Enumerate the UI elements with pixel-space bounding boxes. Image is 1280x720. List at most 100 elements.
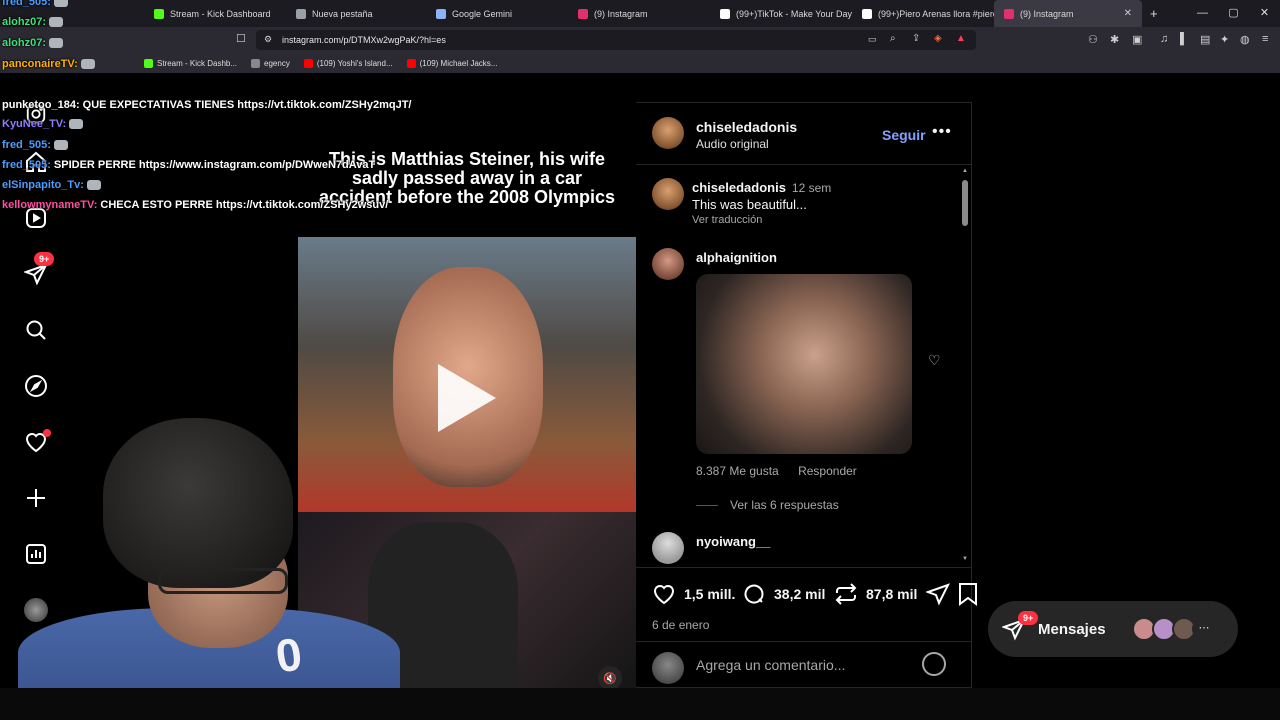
reader-icon[interactable]: ▣ [1132,33,1142,46]
tab-label: (99+)TikTok - Make Your Day [736,8,852,19]
bookmarks-bar: Stream - Kick Dashb... egency (109) Yoshi'… [0,53,1280,73]
puzzle-icon[interactable]: ✱ [1110,33,1119,46]
add-comment-input[interactable]: Agrega un comentario... [696,657,845,673]
video-caption-text: This is Matthias Steiner, his wife sadly… [318,149,616,207]
browser-tab[interactable]: (9) Instagram [568,0,710,27]
comments-list[interactable]: chiseledadonis 12 sem This was beautiful.… [636,166,971,566]
bookmark-item[interactable]: (109) Michael Jacks... [406,58,497,68]
emoji-icon[interactable] [922,652,946,676]
comment-button[interactable]: 38,2 mil [742,582,825,606]
notification-badge: 9+ [34,252,55,266]
rewards-icon[interactable]: ▲ [956,33,966,44]
tab-favicon-icon [154,8,164,19]
repost-button[interactable]: 87,8 mil [834,582,917,606]
play-icon[interactable] [438,364,496,432]
address-input[interactable]: ⚙ instagram.com/p/DTMXw2wgPaK/?hl=es ▭ ⌕… [256,30,976,50]
comment-username[interactable]: alphaignition [696,250,777,265]
bookmark-icon[interactable]: ☐ [236,32,246,45]
new-tab-button[interactable]: + [1142,6,1166,21]
browser-tab-bar: Stream - Kick Dashboard Nueva pestaña Goog… [0,0,1280,27]
bookmark-item[interactable]: Stream - Kick Dashb... [144,58,237,68]
bookmark-favicon-icon [144,58,153,68]
replies-divider [696,504,718,506]
comment-likes: 8.387 Me gusta [696,464,779,478]
comment-username[interactable]: nyoiwang__ [696,534,770,549]
wallet-icon[interactable]: ▤ [1200,33,1210,46]
share-button[interactable] [926,582,950,606]
browser-tab[interactable]: Nueva pestaña [286,0,426,27]
translate-link[interactable]: Ver traducción [692,214,762,226]
tab-favicon-icon [578,8,588,19]
share-icon[interactable]: ⇪ [912,33,920,44]
save-button[interactable] [958,582,978,606]
brave-shield-icon[interactable]: ◈ [934,33,942,44]
bookmark-item[interactable]: (109) Yoshi's Island... [303,58,393,68]
zoom-icon[interactable]: ⌕ [890,33,896,44]
message-avatars: ⋯ [1132,617,1216,641]
commenter-avatar[interactable] [652,248,684,280]
author-username[interactable]: chiseledadonis [696,119,797,135]
bookmark-favicon-icon [406,58,416,68]
tab-favicon-icon [1004,8,1014,19]
browser-tab[interactable]: (99+)TikTok - Make Your Day [710,0,852,27]
bookmark-item[interactable]: egency [251,58,290,68]
screen-icon[interactable]: ▭ [868,34,877,45]
menu-icon[interactable]: ≡ [1262,33,1268,45]
bookmark-label: (109) Yoshi's Island... [316,58,393,68]
commenter-avatar[interactable] [652,532,684,564]
browser-tab[interactable]: (99+)Piero Arenas llora #piero [852,0,994,27]
ai-icon[interactable]: ✦ [1220,33,1229,46]
instagram-logo-icon[interactable] [22,100,50,128]
tab-label: Google Gemini [452,8,513,19]
comment-time: 12 sem [791,181,832,195]
browser-tab[interactable]: Google Gemini [426,0,568,27]
messages-badge: 9+ [1018,611,1039,625]
scroll-up-arrow-icon[interactable]: ▲ [962,168,968,174]
sidebar-icon[interactable]: ▌ [1180,33,1188,45]
music-icon[interactable]: ♫ [1160,33,1168,45]
comments-scrollbar[interactable]: ▲ ▼ [962,168,968,562]
like-comment-icon[interactable]: ♡ [928,352,941,369]
comment-gif-image [696,274,912,454]
comment-username[interactable]: chiseledadonis [692,180,786,195]
current-user-avatar [652,652,684,684]
reels-icon[interactable] [22,204,50,232]
author-avatar[interactable] [652,178,684,210]
tab-label: Nueva pestaña [312,8,373,19]
vpn-icon[interactable]: ◍ [1240,33,1250,46]
browser-tab[interactable]: Stream - Kick Dashboard [144,0,286,27]
audio-label[interactable]: Audio original [696,137,769,151]
browser-tab[interactable]: (9) Instagram ✕ [994,0,1142,27]
close-window-button[interactable]: ✕ [1249,0,1280,27]
tab-label: (9) Instagram [1020,8,1074,19]
mute-icon[interactable]: 🔇 [598,666,622,688]
direct-messages-icon[interactable]: 9+ [22,252,55,288]
explore-icon[interactable] [22,372,50,400]
tab-favicon-icon [436,8,446,19]
site-info-icon[interactable]: ⚙ [264,34,272,45]
comments-count: 38,2 mil [774,586,826,602]
comment-text: This was beautiful... [692,197,807,212]
close-tab-icon[interactable]: ✕ [1124,8,1132,19]
messages-button[interactable]: 9+ Mensajes ⋯ [988,601,1238,657]
search-icon[interactable] [22,316,50,344]
extensions-icon[interactable]: ⚇ [1088,33,1098,46]
reply-button[interactable]: Responder [798,464,857,478]
minimize-button[interactable]: — [1187,0,1218,27]
url-text: instagram.com/p/DTMXw2wgPaK/?hl=es [282,35,446,45]
view-replies-label: Ver las 6 respuestas [730,498,839,512]
view-replies-button[interactable]: Ver las 6 respuestas [696,498,839,512]
follow-button[interactable]: Seguir [882,127,926,143]
like-button[interactable]: 1,5 mill. [652,582,735,606]
maximize-button[interactable]: ▢ [1218,0,1249,27]
tab-label: Stream - Kick Dashboard [170,8,271,19]
reposts-count: 87,8 mil [866,586,918,602]
comment-icon [744,584,764,604]
scrollbar-thumb[interactable] [962,180,968,226]
scroll-down-arrow-icon[interactable]: ▼ [962,556,968,562]
author-avatar[interactable] [652,117,684,149]
home-icon[interactable] [22,148,50,176]
bookmark-favicon-icon [303,58,313,68]
messages-label: Mensajes [1038,620,1106,638]
more-options-icon[interactable]: ••• [932,123,952,141]
